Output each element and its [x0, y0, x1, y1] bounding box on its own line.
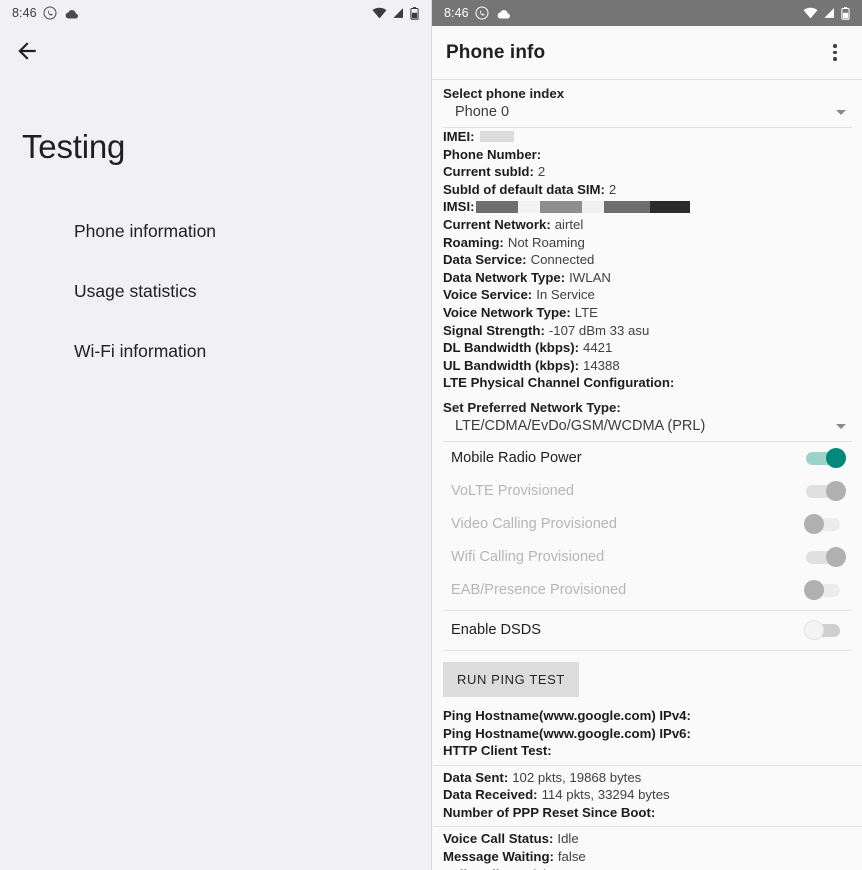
- status-time: 8:46: [444, 6, 469, 20]
- set-preferred-network-type-label: Set Preferred Network Type:: [443, 399, 621, 415]
- battery-icon: [410, 6, 419, 20]
- toggle-row-video-calling-provisioned: Video Calling Provisioned: [443, 508, 852, 541]
- toggle-label: VoLTE Provisioned: [451, 483, 575, 500]
- app-bar-title: Phone info: [446, 41, 546, 63]
- ping-test-section: RUN PING TEST: [433, 654, 862, 707]
- right-status-bar-left: 8:46: [444, 6, 511, 20]
- data-stats-list: Data Sent: 102 pkts, 19868 bytes Data Re…: [433, 769, 862, 824]
- battery-icon: [841, 6, 850, 20]
- mobile-radio-power-switch[interactable]: [804, 448, 848, 469]
- toggle-label: Mobile Radio Power: [451, 450, 582, 467]
- info-row-http-client-test: HTTP Client Test:: [443, 743, 552, 759]
- toggle-row-mobile-radio-power[interactable]: Mobile Radio Power: [443, 442, 852, 475]
- phone-index-value: Phone 0: [455, 104, 510, 120]
- status-time: 8:46: [12, 6, 37, 20]
- toggle-list: Mobile Radio Power VoLTE Provisioned Vid…: [433, 442, 862, 651]
- cellular-signal-icon: [392, 7, 405, 19]
- divider: [443, 649, 852, 651]
- volte-provisioned-switch: [804, 481, 848, 502]
- divider: [443, 609, 852, 611]
- cloud-icon: [495, 8, 511, 19]
- info-row-ppp-reset-count: Number of PPP Reset Since Boot:: [443, 804, 656, 820]
- info-row-current-network: Current Network: airtel: [443, 216, 584, 232]
- wifi-icon: [372, 7, 387, 19]
- eab-presence-provisioned-switch: [804, 580, 848, 601]
- info-row-voice-service: Voice Service: In Service: [443, 287, 595, 303]
- left-status-bar-left: 8:46: [12, 6, 79, 20]
- preferred-network-dropdown[interactable]: LTE/CDMA/EvDo/GSM/WCDMA (PRL): [443, 416, 852, 442]
- enable-dsds-switch[interactable]: [804, 620, 848, 641]
- right-panel-phone-info: 8:46 Phone info Select phone index Phone…: [431, 0, 862, 870]
- app-bar: Phone info: [432, 26, 862, 80]
- whatsapp-icon: [43, 6, 57, 20]
- back-button[interactable]: [14, 38, 40, 64]
- info-row-roaming: Roaming: Not Roaming: [443, 234, 585, 250]
- info-row-data-network-type: Data Network Type: IWLAN: [443, 269, 611, 285]
- left-status-bar: 8:46: [0, 0, 431, 26]
- preferred-network-section: Set Preferred Network Type: LTE/CDMA/EvD…: [433, 394, 862, 442]
- right-status-bar: 8:46: [432, 0, 862, 26]
- info-row-signal-strength: Signal Strength: -107 dBm 33 asu: [443, 322, 650, 338]
- info-row-data-sent: Data Sent: 102 pkts, 19868 bytes: [443, 769, 642, 785]
- call-status-list: Voice Call Status: Idle Message Waiting:…: [433, 830, 862, 870]
- info-row-voice-network-type: Voice Network Type: LTE: [443, 304, 598, 320]
- toggle-row-eab-presence-provisioned: EAB/Presence Provisioned: [443, 574, 852, 607]
- phone-index-section: Select phone index Phone 0: [433, 80, 862, 128]
- device-info-list: IMEI: Phone Number: Current subId: 2 Sub…: [433, 128, 862, 394]
- toggle-label: Wifi Calling Provisioned: [451, 549, 605, 566]
- page-title: Testing: [22, 128, 126, 165]
- info-row-lte-physical-channel-config: LTE Physical Channel Configuration:: [443, 375, 675, 391]
- divider: [433, 764, 862, 766]
- info-row-ping-ipv6: Ping Hostname(www.google.com) IPv6:: [443, 725, 691, 741]
- overflow-menu-icon[interactable]: [822, 40, 848, 66]
- run-ping-test-button[interactable]: RUN PING TEST: [443, 661, 579, 697]
- dual-pane-screenshot: 8:46 Testing Phone information Usage sta…: [0, 0, 862, 870]
- ping-results-list: Ping Hostname(www.google.com) IPv4: Ping…: [433, 707, 862, 762]
- right-status-bar-right: [803, 6, 850, 20]
- imsi-redaction-block: [475, 201, 690, 214]
- testing-menu-list: Phone information Usage statistics Wi-Fi…: [74, 208, 404, 374]
- left-status-bar-right: [372, 6, 419, 20]
- info-row-current-subid: Current subId: 2: [443, 164, 546, 180]
- toggle-label: Enable DSDS: [451, 622, 542, 639]
- wifi-calling-provisioned-switch: [804, 547, 848, 568]
- info-row-call-redirect: Call Redirect: false: [443, 866, 852, 870]
- cellular-signal-icon: [823, 7, 836, 19]
- chevron-down-icon: [836, 423, 846, 429]
- info-row-data-received: Data Received: 114 pkts, 33294 bytes: [443, 787, 670, 803]
- preferred-network-value: LTE/CDMA/EvDo/GSM/WCDMA (PRL): [455, 417, 706, 434]
- chevron-down-icon: [836, 110, 846, 115]
- info-row-ul-bandwidth: UL Bandwidth (kbps): 14388: [443, 357, 620, 373]
- cloud-icon: [63, 8, 79, 19]
- phone-index-dropdown[interactable]: Phone 0: [443, 102, 852, 128]
- info-row-dl-bandwidth: DL Bandwidth (kbps): 4421: [443, 340, 613, 356]
- info-row-imei: IMEI:: [443, 128, 852, 146]
- info-row-data-service: Data Service: Connected: [443, 252, 595, 268]
- menu-item-wifi-information[interactable]: Wi-Fi information: [74, 328, 404, 374]
- left-panel-testing-menu: 8:46 Testing Phone information Usage sta…: [0, 0, 431, 870]
- toggle-label: Video Calling Provisioned: [451, 516, 618, 533]
- info-row-subid-default-data-sim: SubId of default data SIM: 2: [443, 181, 617, 197]
- menu-item-usage-statistics[interactable]: Usage statistics: [74, 268, 404, 314]
- toggle-row-volte-provisioned: VoLTE Provisioned: [443, 475, 852, 508]
- video-calling-provisioned-switch: [804, 514, 848, 535]
- whatsapp-icon: [475, 6, 489, 20]
- info-row-voice-call-status: Voice Call Status: Idle: [443, 831, 579, 847]
- toggle-row-wifi-calling-provisioned: Wifi Calling Provisioned: [443, 541, 852, 574]
- wifi-icon: [803, 7, 818, 19]
- select-phone-index-label: Select phone index: [443, 86, 565, 101]
- info-row-imsi: IMSI:: [443, 198, 852, 216]
- info-row-phone-number: Phone Number:: [443, 146, 542, 162]
- phone-info-scroll-body: Select phone index Phone 0 IMEI: Phone N…: [432, 80, 862, 870]
- info-row-ping-ipv4: Ping Hostname(www.google.com) IPv4:: [443, 707, 691, 723]
- info-row-message-waiting: Message Waiting: false: [443, 849, 586, 865]
- menu-item-phone-information[interactable]: Phone information: [74, 208, 404, 254]
- toggle-row-enable-dsds[interactable]: Enable DSDS: [443, 614, 852, 647]
- toggle-label: EAB/Presence Provisioned: [451, 582, 627, 599]
- imei-redaction-block: [479, 131, 514, 143]
- divider: [433, 826, 862, 828]
